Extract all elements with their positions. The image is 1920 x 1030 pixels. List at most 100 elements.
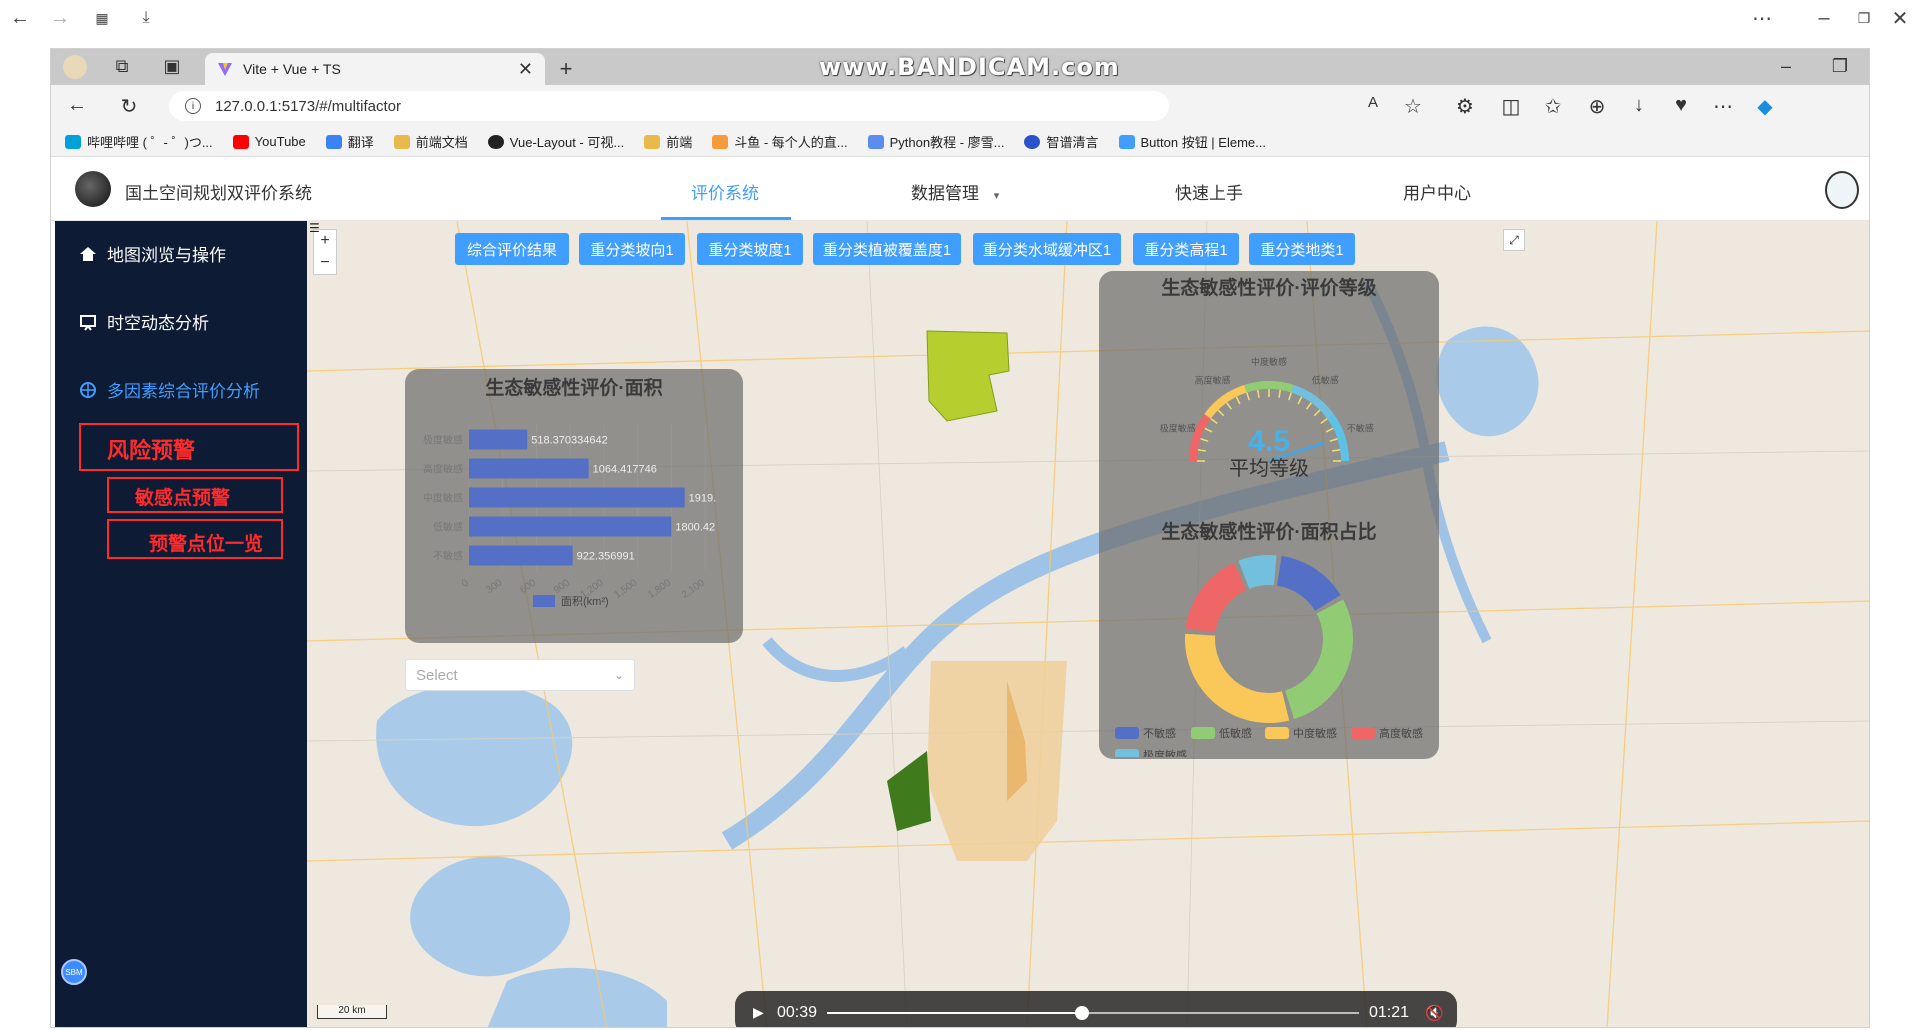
zoom-out-button[interactable]: − (314, 252, 336, 274)
sbm-badge[interactable]: SBM (61, 959, 87, 985)
favorite-icon[interactable]: ☆ (1401, 94, 1425, 119)
x-tick-label: 2,100 (680, 577, 707, 601)
back-icon[interactable]: ← (8, 6, 32, 30)
bookmark-item[interactable]: Vue-Layout - 可视... (487, 132, 624, 151)
progress-thumb[interactable] (1075, 1006, 1090, 1020)
bar-data-label: 1064.417746 (593, 464, 657, 476)
browser-back-icon[interactable]: ← (65, 94, 89, 117)
sidebar-risk-warning[interactable]: 风险预警 (79, 423, 299, 471)
sidebar: 地图浏览与操作 时空动态分析 多因素综合评价分析 风险预警 敏感点预警 预警点位… (55, 221, 307, 1027)
sidebar-warning-points-list[interactable]: 预警点位一览 (107, 519, 283, 559)
browser-restore-icon[interactable]: ❐ (1829, 56, 1851, 77)
legend-label: 不敏感 (1143, 726, 1176, 740)
video-player: ▶ 00:39 01:21 🔇 (735, 991, 1457, 1027)
user-avatar[interactable] (1825, 171, 1859, 209)
select-dropdown[interactable]: Select ⌄ (405, 659, 635, 691)
y-tick-label: 不敏感 (433, 550, 463, 563)
aperture-icon (80, 381, 96, 398)
read-aloud-icon[interactable]: A (1361, 94, 1385, 111)
profile-avatar[interactable] (63, 55, 87, 79)
bar-data-label: 922.356991 (577, 551, 635, 563)
map-view[interactable]: + − ☰ ⤢ 20 km 综合评价结果 重分类坡向1 重分类坡度1 重分类植被… (307, 221, 1869, 1027)
menu-icon[interactable]: ☰ (309, 221, 320, 235)
tab-close-icon[interactable]: ✕ (518, 59, 533, 80)
browser-minimize-icon[interactable]: – (1775, 56, 1797, 77)
nav-data-management[interactable]: 数据管理 ▾ (911, 179, 999, 204)
layer-button-water-buffer[interactable]: 重分类水域缓冲区1 (973, 233, 1121, 265)
bookmark-item[interactable]: Python教程 - 廖雪... (867, 132, 1004, 151)
nav-evaluation[interactable]: 评价系统 (691, 179, 759, 204)
bar-data-label: 1800.42 (675, 522, 715, 534)
bookmark-item[interactable]: 斗鱼 - 每个人的直... (712, 132, 848, 151)
bookmark-item[interactable]: 前端文档 (393, 132, 468, 151)
sidebar-item-spatiotemporal[interactable]: 时空动态分析 (79, 309, 209, 334)
play-icon[interactable]: ▶ (753, 1004, 764, 1021)
grade-gauge-chart: 极度敏感 高度敏感 中度敏感低敏感不敏感 4.5平均等级 (1160, 356, 1374, 480)
downloads-icon[interactable]: ↓ (1627, 94, 1651, 117)
y-tick-label: 极度敏感 (423, 434, 463, 447)
layer-button-aspect[interactable]: 重分类坡向1 (579, 233, 685, 265)
recording-watermark: www.BANDICAM.com (819, 53, 1120, 81)
x-tick-label: 600 (518, 577, 538, 596)
tab-actions-icon[interactable]: ▣ (161, 56, 183, 77)
legend-swatch (1115, 727, 1139, 739)
nav-user-center[interactable]: 用户中心 (1403, 179, 1471, 204)
collections-icon[interactable]: ⊕ (1585, 94, 1609, 119)
layer-button-slope[interactable]: 重分类坡度1 (697, 233, 803, 265)
grade-panel: 生态敏感性评价·评价等级 极度敏感 高度敏感 中度敏感 低敏感 不敏感 4.5 平均等级 生… (1099, 271, 1439, 759)
legend-swatch (533, 595, 555, 607)
bookmark-item[interactable]: 前端 (644, 132, 692, 151)
split-screen-icon[interactable]: ◫ (1499, 94, 1523, 119)
bookmark-item[interactable]: YouTube (232, 134, 306, 149)
gauge-tick (1320, 418, 1328, 424)
nav-quick-start[interactable]: 快速上手 (1175, 179, 1243, 204)
gauge-tick (1200, 438, 1209, 442)
tab-strip: ⧉ ▣ Vite + Vue + TS ✕ + www.BANDICAM.com… (51, 49, 1869, 85)
mute-icon[interactable]: 🔇 (1425, 1004, 1444, 1022)
bookmark-item[interactable]: 翻译 (325, 132, 374, 151)
close-icon[interactable]: ✕ (1888, 6, 1912, 30)
favorites-icon[interactable]: ✩ (1541, 94, 1565, 119)
y-tick-label: 中度敏感 (423, 492, 463, 505)
minimize-icon[interactable]: – (1812, 6, 1836, 30)
gauge-tick (1204, 427, 1213, 433)
copilot-icon[interactable]: ◆ (1753, 94, 1777, 119)
browser-tab[interactable]: Vite + Vue + TS ✕ (205, 53, 545, 85)
health-icon[interactable]: ♥ (1669, 94, 1693, 117)
sidebar-item-map-browse[interactable]: 地图浏览与操作 (79, 241, 226, 266)
x-tick-label: 900 (552, 577, 572, 596)
workspaces-icon[interactable]: ⧉ (111, 56, 133, 77)
new-tab-icon[interactable]: + (555, 56, 577, 82)
y-tick-label: 低敏感 (433, 521, 463, 534)
app-title: 国土空间规划双评价系统 (125, 184, 312, 203)
folder-icon (393, 134, 410, 149)
layer-button-elevation[interactable]: 重分类高程1 (1133, 233, 1239, 265)
scale-bar: 20 km (317, 1005, 387, 1019)
settings-more-icon[interactable]: ⋯ (1711, 94, 1735, 119)
bookmark-item[interactable]: Button 按钮 | Eleme... (1118, 132, 1266, 151)
reload-icon[interactable]: ↻ (117, 94, 141, 119)
info-icon[interactable]: i (185, 98, 201, 114)
layer-button-comprehensive[interactable]: 综合评价结果 (455, 233, 569, 265)
sidebar-sensitive-warning[interactable]: 敏感点预警 (107, 477, 283, 513)
restore-icon[interactable]: ❐ (1852, 6, 1876, 30)
download-icon[interactable]: ⤓ (134, 6, 158, 30)
current-time: 00:39 (777, 1004, 818, 1021)
extensions-icon[interactable]: ⚙ (1453, 94, 1477, 119)
layer-button-landuse[interactable]: 重分类地类1 (1249, 233, 1355, 265)
url-field[interactable]: i 127.0.0.1:5173/#/multifactor (169, 91, 1169, 121)
address-bar: ← ↻ i 127.0.0.1:5173/#/multifactor A ☆ ⚙… (51, 85, 1869, 127)
layer-button-vegetation[interactable]: 重分类植被覆盖度1 (813, 233, 961, 265)
element-icon (1118, 134, 1135, 149)
legend-label: 高度敏感 (1379, 726, 1423, 740)
forward-icon[interactable]: → (48, 6, 72, 30)
bookmark-item[interactable]: 智谱清言 (1024, 132, 1099, 151)
more-icon[interactable]: ⋯ (1750, 6, 1774, 30)
grid-icon[interactable]: ▦ (90, 6, 114, 30)
fullscreen-icon[interactable]: ⤢ (1503, 229, 1525, 251)
sidebar-item-multifactor[interactable]: 多因素综合评价分析 (79, 377, 260, 402)
progress-track[interactable] (827, 1006, 1359, 1020)
bookmark-item[interactable]: 哔哩哔哩 ( ゜- ゜)つ... (65, 132, 213, 151)
gauge-range-label: 极度敏感 (1160, 422, 1196, 433)
gauge-range-label: 不敏感 (1347, 422, 1374, 433)
